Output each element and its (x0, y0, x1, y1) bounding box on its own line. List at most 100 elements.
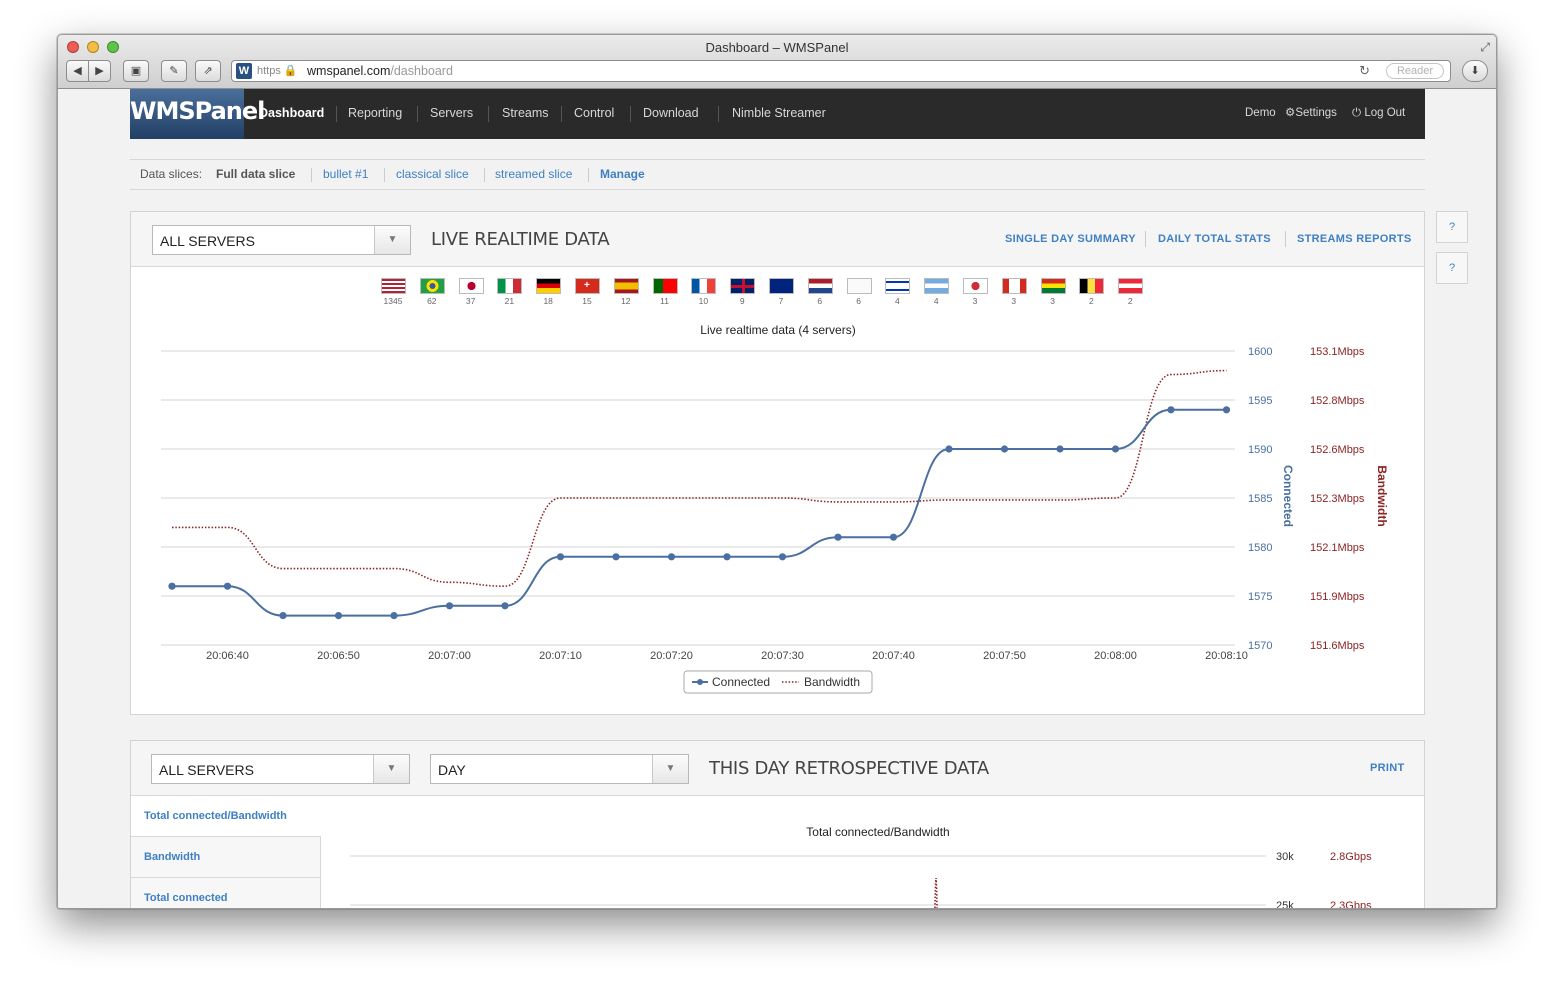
manage-slices-link[interactable]: Manage (600, 160, 645, 189)
connected-point (945, 445, 953, 453)
power-icon: ⏻ (1352, 107, 1362, 119)
url-text[interactable]: wmspanel.com/dashboard (307, 61, 453, 81)
settings-link[interactable]: ⚙Settings (1285, 89, 1337, 139)
y-left-axis-label: Connected (1281, 465, 1295, 527)
site-favicon-icon: W (236, 63, 252, 79)
back-arrow-icon: ◀ (73, 65, 82, 77)
browser-window: Dashboard – WMSPanel ⤢ ◀ ▶ ▣ ✎ ⇗ W https… (57, 34, 1497, 909)
day-server-select[interactable]: ALL SERVERS ▼ (151, 754, 410, 784)
nav-separator (561, 106, 562, 122)
nav-streams[interactable]: Streams (502, 89, 549, 139)
link-separator (1145, 231, 1146, 247)
nav-separator (417, 106, 418, 122)
slice-separator (384, 168, 385, 182)
live-server-select[interactable]: ALL SERVERS ▼ (152, 225, 411, 255)
user-name[interactable]: Demo (1245, 89, 1276, 139)
day-panel-header: ALL SERVERS ▼ DAY ▼ THIS DAY RETROSPECTI… (131, 741, 1424, 796)
wmspanel-logo[interactable]: WMSPanel (130, 89, 265, 139)
live-help-button[interactable]: ? (1436, 211, 1468, 243)
share-button[interactable]: ⇗ (195, 60, 221, 82)
connected-point (612, 553, 620, 561)
series-connected-line (171, 408, 1227, 617)
nav-reporting[interactable]: Reporting (348, 89, 402, 139)
connected-point (834, 533, 842, 541)
legend-connected-label: Connected (712, 675, 770, 689)
y-right-tick-label: 152.3Mbps (1310, 493, 1365, 505)
nav-separator (630, 106, 631, 122)
title-bar: Dashboard – WMSPanel ⤢ ◀ ▶ ▣ ✎ ⇗ W https… (58, 35, 1496, 89)
connected-point (445, 602, 454, 610)
live-help-button-2[interactable]: ? (1436, 252, 1468, 284)
url-path: /dashboard (390, 64, 453, 78)
connected-point (390, 612, 398, 620)
streams-reports-link[interactable]: STREAMS REPORTS (1297, 233, 1412, 245)
connected-point (1222, 406, 1231, 414)
y-left-tick-label: 1600 (1248, 346, 1272, 358)
page-content: WMSPanel Dashboard Reporting Servers Str… (58, 89, 1496, 909)
nav-dashboard[interactable]: Dashboard (259, 89, 324, 139)
nav-servers[interactable]: Servers (430, 89, 473, 139)
nav-control[interactable]: Control (574, 89, 614, 139)
y-right-tick-label: 152.8Mbps (1310, 395, 1365, 407)
window-title: Dashboard – WMSPanel (705, 40, 849, 55)
y-right-tick-label: 153.1Mbps (1310, 346, 1365, 358)
connected-point (1000, 445, 1009, 453)
live-panel-header: ALL SERVERS ▼ LIVE REALTIME DATA SINGLE … (131, 212, 1424, 267)
nav-nimble-streamer[interactable]: Nimble Streamer (732, 89, 826, 139)
connected-point (501, 602, 509, 610)
reader-button[interactable]: Reader (1386, 63, 1444, 79)
https-badge: https 🔒 (257, 61, 298, 81)
reload-icon[interactable]: ↻ (1359, 61, 1370, 81)
day-retrospective-panel: ALL SERVERS ▼ DAY ▼ THIS DAY RETROSPECTI… (130, 740, 1425, 909)
chevron-down-icon: ▼ (374, 226, 410, 254)
single-day-summary-link[interactable]: SINGLE DAY SUMMARY (1005, 233, 1136, 245)
slice-bullet-1[interactable]: bullet #1 (323, 160, 368, 189)
x-tick-label: 20:08:10 (1205, 650, 1248, 662)
slice-classical[interactable]: classical slice (396, 160, 469, 189)
connected-point (723, 553, 731, 561)
tools-button[interactable]: ✎ (161, 60, 187, 82)
period-select[interactable]: DAY ▼ (430, 754, 689, 784)
snapshot-button[interactable]: ▣ (123, 60, 149, 82)
period-select-value: DAY (438, 762, 466, 778)
gear-icon: ⚙ (1285, 107, 1296, 119)
legend-connected-marker (697, 679, 703, 685)
y-left-tick-label: 1585 (1248, 493, 1272, 505)
back-button[interactable]: ◀ (66, 60, 89, 82)
day-y-right-tick-label: 2.3Gbps (1330, 900, 1372, 909)
chevron-down-icon: ▼ (652, 755, 688, 783)
fullscreen-icon[interactable]: ⤢ (1480, 40, 1490, 55)
wrench-icon: ✎ (169, 65, 179, 77)
y-right-tick-label: 152.1Mbps (1310, 542, 1365, 554)
slice-streamed[interactable]: streamed slice (495, 160, 572, 189)
forward-button[interactable]: ▶ (88, 60, 111, 82)
nav-download[interactable]: Download (643, 89, 699, 139)
address-bar[interactable]: W https 🔒 wmspanel.com/dashboard ↻ Reade… (231, 60, 1451, 82)
series-bandwidth-line (172, 369, 1227, 588)
slice-separator (484, 168, 485, 182)
day-panel-title: THIS DAY RETROSPECTIVE DATA (709, 758, 989, 779)
day-chart-title: Total connected/Bandwidth (806, 825, 949, 839)
live-realtime-panel: ALL SERVERS ▼ LIVE REALTIME DATA SINGLE … (130, 211, 1425, 715)
url-host: wmspanel.com (307, 64, 391, 78)
y-right-tick-label: 151.9Mbps (1310, 591, 1365, 603)
connected-point (279, 612, 287, 620)
day-bandwidth-line (934, 877, 938, 908)
downloads-button[interactable]: ⬇ (1462, 60, 1488, 82)
connected-point (556, 553, 565, 561)
forward-arrow-icon: ▶ (95, 65, 104, 77)
connected-point (667, 553, 676, 561)
y-left-tick-label: 1590 (1248, 444, 1272, 456)
x-tick-label: 20:06:50 (317, 650, 360, 662)
day-y-left-tick-label: 30k (1276, 851, 1294, 863)
download-icon: ⬇ (1470, 65, 1480, 77)
day-server-select-value: ALL SERVERS (159, 762, 254, 778)
daily-total-stats-link[interactable]: DAILY TOTAL STATS (1158, 233, 1271, 245)
day-y-left-tick-label: 25k (1276, 900, 1294, 909)
connected-point (1056, 445, 1064, 453)
chart-title: Live realtime data (4 servers) (700, 323, 855, 337)
top-navigation: WMSPanel Dashboard Reporting Servers Str… (130, 89, 1425, 139)
logout-link[interactable]: ⏻ Log Out (1352, 89, 1405, 139)
y-left-tick-label: 1570 (1248, 640, 1272, 652)
print-link[interactable]: PRINT (1370, 762, 1405, 774)
